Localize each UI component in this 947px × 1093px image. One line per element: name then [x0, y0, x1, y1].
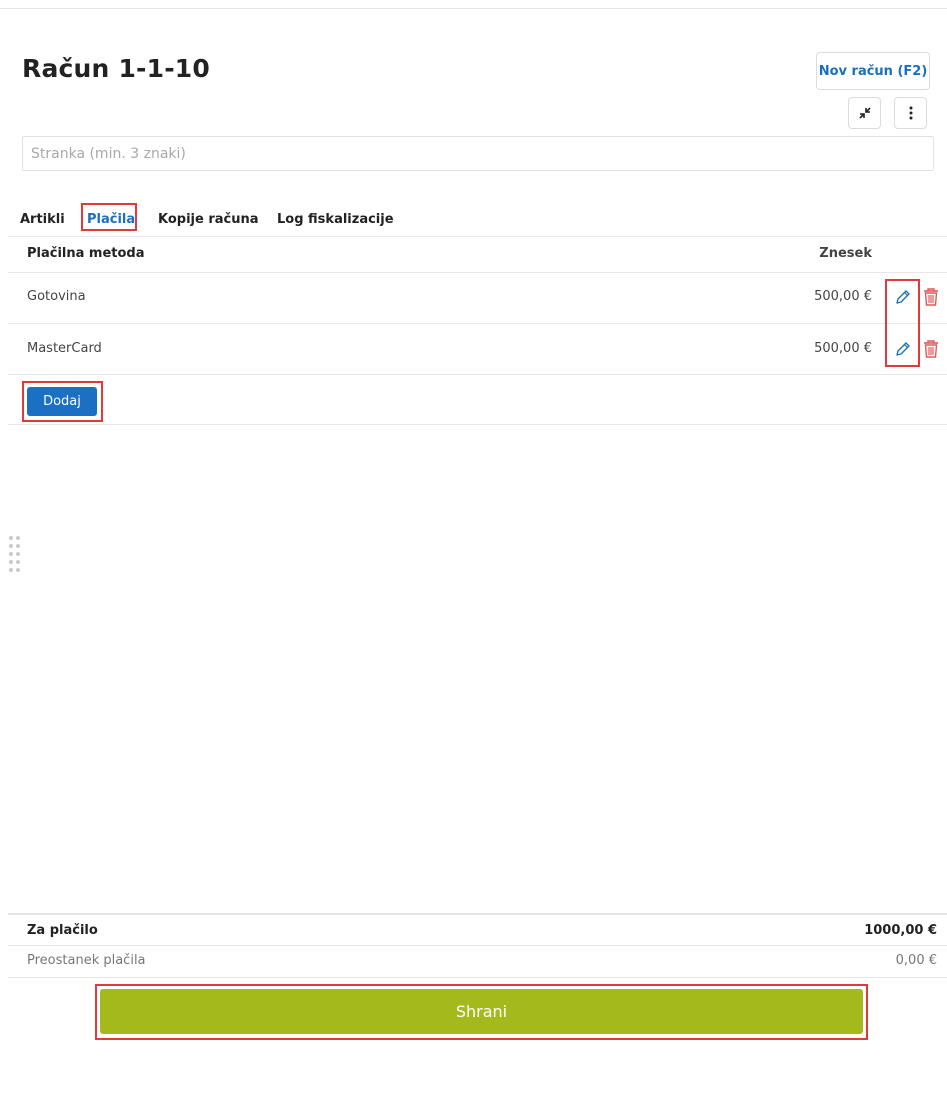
tab-log-fiskalizacije[interactable]: Log fiskalizacije — [277, 212, 394, 227]
remaining-value: 0,00 € — [895, 953, 937, 968]
summary-row-divider — [8, 945, 947, 946]
new-invoice-button[interactable]: Nov račun (F2) — [816, 52, 930, 90]
column-header-method: Plačilna metoda — [27, 246, 145, 261]
row-divider — [8, 323, 947, 324]
trash-icon — [924, 288, 938, 306]
row-divider — [8, 374, 947, 375]
tab-kopije-racuna[interactable]: Kopije računa — [158, 212, 259, 227]
summary-divider — [8, 913, 947, 915]
pencil-icon — [896, 342, 910, 356]
add-payment-button[interactable]: Dodaj — [27, 387, 97, 416]
payment-amount: 500,00 € — [814, 341, 872, 356]
page-title: Račun 1-1-10 — [22, 54, 210, 83]
summary-bottom-divider — [8, 977, 947, 978]
edit-payment-button[interactable] — [892, 338, 914, 360]
more-options-button[interactable] — [894, 97, 927, 129]
tab-placila[interactable]: Plačila — [87, 212, 135, 227]
total-value: 1000,00 € — [864, 923, 937, 938]
remaining-label: Preostanek plačila — [27, 953, 146, 968]
table-top-divider — [8, 236, 947, 237]
add-section-divider — [8, 424, 947, 425]
top-divider — [0, 8, 947, 9]
drag-handle-icon[interactable] — [8, 536, 22, 572]
collapse-button[interactable] — [848, 97, 881, 129]
total-label: Za plačilo — [27, 923, 98, 938]
more-vertical-icon — [909, 106, 912, 120]
delete-payment-button[interactable] — [920, 338, 942, 360]
client-search-input[interactable] — [22, 136, 934, 171]
delete-payment-button[interactable] — [920, 286, 942, 308]
collapse-icon — [858, 107, 871, 119]
column-header-amount: Znesek — [819, 246, 872, 261]
tab-artikli[interactable]: Artikli — [20, 212, 65, 227]
payment-amount: 500,00 € — [814, 289, 872, 304]
edit-payment-button[interactable] — [892, 286, 914, 308]
save-button[interactable]: Shrani — [100, 989, 863, 1034]
payment-method: Gotovina — [27, 289, 86, 304]
header-divider — [8, 272, 947, 273]
pencil-icon — [896, 290, 910, 304]
trash-icon — [924, 340, 938, 358]
payment-method: MasterCard — [27, 341, 102, 356]
